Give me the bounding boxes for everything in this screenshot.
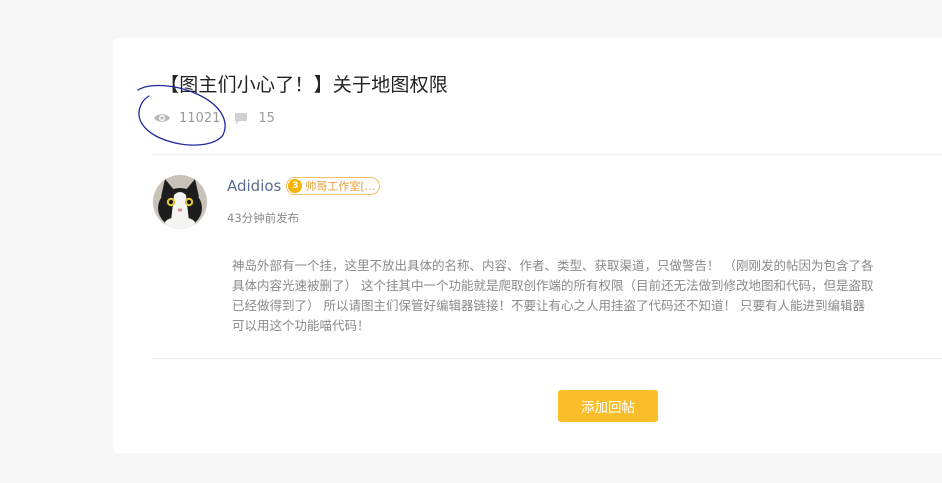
post-timestamp: 43分钟前发布 [227,211,300,225]
badge-level: 3 [288,179,303,193]
badge-label: 帅哥工作室[... [305,180,376,193]
header-divider [152,154,942,155]
post-body-line: 具体内容光速被删了） 这个挂其中一个功能就是爬取创作端的所有权限（目前还无法做到… [232,278,874,293]
body-divider [152,358,942,359]
post-title: 【图主们小心了！】关于地图权限 [160,74,449,96]
add-reply-button[interactable]: 添加回帖 [558,390,658,422]
author-badge[interactable]: 3 帅哥工作室[... [286,177,381,195]
comments-count: 15 [258,110,275,126]
post-body-line: 已经做得到了） 所以请图主们保管好编辑器链接！不要让有心之人用挂盗了代码还不知道… [232,298,865,313]
eye-icon [153,112,171,124]
post-body-line: 神岛外部有一个挂，这里不放出具体的名称、内容、作者、类型、获取渠道，只做警告！ … [232,258,874,273]
post-stats: 11021 15 [153,109,275,127]
comment-icon [234,112,248,125]
avatar[interactable] [153,175,207,229]
views-count: 11021 [179,110,221,126]
author-name[interactable]: Adidios [227,177,281,195]
post-body-line: 可以用这个功能喵代码！ [232,318,370,333]
author-info: Adidios 3 帅哥工作室[... [227,177,381,195]
post-body: 神岛外部有一个挂，这里不放出具体的名称、内容、作者、类型、获取渠道，只做警告！ … [232,256,942,336]
post-card [113,38,942,453]
